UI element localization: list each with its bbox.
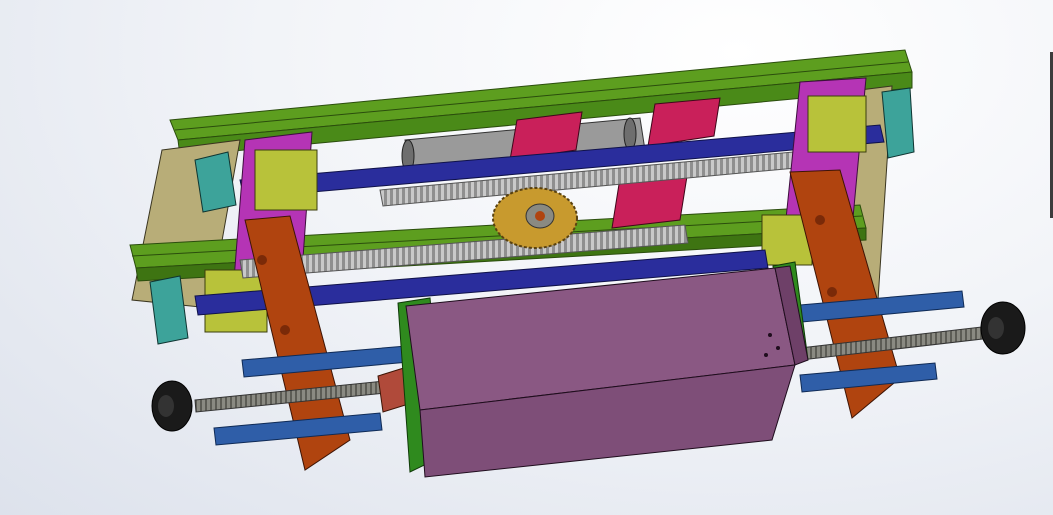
bearing-block-top-left xyxy=(254,149,318,211)
lead-screw-right xyxy=(799,325,992,361)
bearing-block-top-right xyxy=(807,95,867,153)
housing-box xyxy=(405,265,809,478)
cad-viewport[interactable] xyxy=(0,0,1053,515)
cad-assembly-model[interactable] xyxy=(0,0,1053,515)
adjust-knob-left[interactable] xyxy=(151,380,193,432)
mount-block-2 xyxy=(647,97,721,147)
pinion-gear xyxy=(492,187,578,249)
shaft-support-top-left xyxy=(194,151,237,213)
shaft-support-top-right xyxy=(881,87,915,159)
adjust-knob-right[interactable] xyxy=(980,301,1026,355)
